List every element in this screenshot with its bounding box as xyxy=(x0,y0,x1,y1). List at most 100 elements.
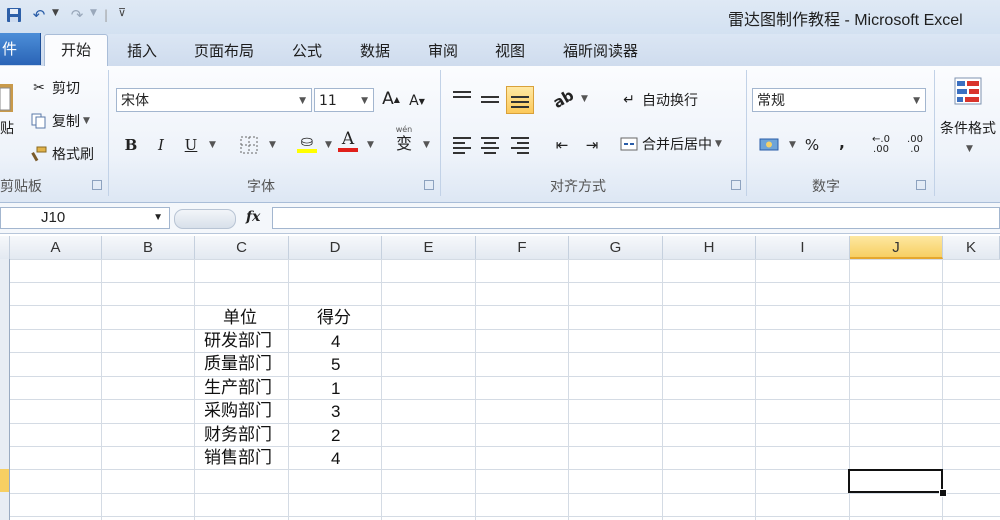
tab-data[interactable]: 数据 xyxy=(360,40,390,61)
row-header-active[interactable] xyxy=(0,469,9,492)
conditional-formatting-dropdown-icon[interactable]: ▼ xyxy=(966,144,973,154)
tab-formulas[interactable]: 公式 xyxy=(292,40,322,61)
phonetic-button[interactable]: wén 变 xyxy=(390,125,418,153)
tab-view[interactable]: 视图 xyxy=(495,40,525,61)
cell-d4[interactable]: 得分 xyxy=(317,307,351,330)
accounting-format-button[interactable] xyxy=(756,134,782,156)
worksheet-grid[interactable]: 单位 得分 研发部门 4 质量部门 5 生产部门 1 采购部门 3 财务部门 2… xyxy=(10,259,1000,520)
percent-button[interactable]: % xyxy=(800,134,824,156)
copy-button[interactable]: 复制 ▼ xyxy=(30,111,90,131)
decrease-indent-button[interactable]: ⇤ xyxy=(550,134,574,156)
column-header-g[interactable]: G xyxy=(569,236,663,259)
column-header-f[interactable]: F xyxy=(476,236,569,259)
customize-qat-icon[interactable]: ⊽ xyxy=(118,6,126,19)
align-bottom-button[interactable] xyxy=(506,86,534,114)
fill-color-button[interactable]: ⛀ xyxy=(294,132,320,154)
redo-dropdown-icon[interactable]: ▼ xyxy=(90,8,97,18)
font-size-combo[interactable]: 11 ▼ xyxy=(314,88,374,112)
tab-review[interactable]: 审阅 xyxy=(428,40,458,61)
phonetic-dropdown-icon[interactable]: ▼ xyxy=(423,140,430,150)
redo-icon[interactable]: ↷ xyxy=(68,5,86,25)
fill-color-dropdown-icon[interactable]: ▼ xyxy=(325,140,332,150)
cell-c9[interactable]: 财务部门 xyxy=(204,424,272,447)
number-launcher-icon[interactable] xyxy=(916,180,926,190)
grow-font-button[interactable]: A ▲ xyxy=(380,88,402,110)
increase-indent-button[interactable]: ⇥ xyxy=(580,134,604,156)
column-header-k[interactable]: K xyxy=(943,236,1000,259)
cell-c8[interactable]: 采购部门 xyxy=(204,400,272,423)
alignment-launcher-icon[interactable] xyxy=(731,180,741,190)
border-button[interactable] xyxy=(236,134,262,156)
format-painter-button[interactable]: 格式刷 xyxy=(30,144,94,164)
fill-handle[interactable] xyxy=(939,489,947,497)
font-color-dropdown-icon[interactable]: ▼ xyxy=(367,140,374,150)
cell-c6[interactable]: 质量部门 xyxy=(204,353,272,376)
column-header-a[interactable]: A xyxy=(10,236,102,259)
cell-c5[interactable]: 研发部门 xyxy=(204,330,272,353)
font-launcher-icon[interactable] xyxy=(424,180,434,190)
align-center-button[interactable] xyxy=(478,134,502,156)
merge-center-button[interactable]: 合并后居中 ▼ xyxy=(620,134,722,154)
italic-button[interactable]: I xyxy=(150,134,172,156)
align-left-button[interactable] xyxy=(450,134,474,156)
cell-c4[interactable]: 单位 xyxy=(223,307,257,330)
align-middle-button[interactable] xyxy=(478,88,502,110)
merge-center-dropdown-icon[interactable]: ▼ xyxy=(715,139,722,149)
font-color-button[interactable]: A xyxy=(336,130,360,152)
font-size-dropdown-icon[interactable]: ▼ xyxy=(361,89,368,113)
insert-function-icon[interactable]: fx xyxy=(246,209,260,225)
select-all-corner[interactable] xyxy=(0,236,10,259)
tab-page-layout[interactable]: 页面布局 xyxy=(194,40,254,61)
save-icon[interactable] xyxy=(4,5,24,25)
accounting-dropdown-icon[interactable]: ▼ xyxy=(789,140,796,150)
increase-decimal-button[interactable]: ←.0 .00 xyxy=(866,134,896,156)
active-cell-selection[interactable] xyxy=(848,469,943,493)
formula-input[interactable] xyxy=(272,207,1000,229)
column-header-h[interactable]: H xyxy=(663,236,756,259)
column-header-d[interactable]: D xyxy=(289,236,382,259)
comma-button[interactable]: , xyxy=(832,132,852,154)
undo-icon[interactable]: ↶ xyxy=(30,5,48,25)
cell-d10[interactable]: 4 xyxy=(331,447,340,470)
column-header-e[interactable]: E xyxy=(382,236,476,259)
name-box[interactable]: J10 ▼ xyxy=(0,207,170,229)
undo-dropdown-icon[interactable]: ▼ xyxy=(52,8,59,18)
number-format-combo[interactable]: 常规 ▼ xyxy=(752,88,926,112)
copy-dropdown-icon[interactable]: ▼ xyxy=(83,116,90,126)
tab-insert[interactable]: 插入 xyxy=(127,40,157,61)
name-box-dropdown-icon[interactable]: ▼ xyxy=(153,208,163,228)
formula-bar-splitter[interactable] xyxy=(174,209,236,229)
cell-c7[interactable]: 生产部门 xyxy=(204,377,272,400)
paste-button[interactable]: 贴 xyxy=(0,80,14,138)
underline-dropdown-icon[interactable]: ▼ xyxy=(209,140,216,150)
cell-c10[interactable]: 销售部门 xyxy=(204,447,272,470)
tab-home[interactable]: 开始 xyxy=(44,34,108,68)
align-right-button[interactable] xyxy=(508,134,532,156)
cell-d5[interactable]: 4 xyxy=(331,330,340,353)
font-name-dropdown-icon[interactable]: ▼ xyxy=(299,89,306,113)
bold-button[interactable]: B xyxy=(120,134,142,156)
cell-d7[interactable]: 1 xyxy=(331,377,340,400)
column-header-b[interactable]: B xyxy=(102,236,195,259)
shrink-font-button[interactable]: A ▼ xyxy=(406,90,428,112)
tab-foxit-reader[interactable]: 福昕阅读器 xyxy=(563,40,638,61)
cut-button[interactable]: ✂ 剪切 xyxy=(30,78,80,98)
cell-d6[interactable]: 5 xyxy=(331,353,340,376)
column-header-c[interactable]: C xyxy=(195,236,289,259)
border-dropdown-icon[interactable]: ▼ xyxy=(269,140,276,150)
orientation-dropdown-icon[interactable]: ▼ xyxy=(581,94,588,104)
wrap-text-button[interactable]: ↵ 自动换行 xyxy=(620,90,698,110)
underline-button[interactable]: U xyxy=(180,134,202,156)
orientation-button[interactable]: ab xyxy=(549,86,576,112)
column-header-j[interactable]: J xyxy=(850,236,943,259)
font-name-combo[interactable]: 宋体 ▼ xyxy=(116,88,312,112)
cell-d9[interactable]: 2 xyxy=(331,424,340,447)
column-header-i[interactable]: I xyxy=(756,236,850,259)
align-top-button[interactable] xyxy=(450,88,474,110)
conditional-formatting-button[interactable]: 条件格式 ▼ xyxy=(940,76,996,154)
decrease-decimal-button[interactable]: .00 .0 xyxy=(900,134,930,156)
cell-d8[interactable]: 3 xyxy=(331,400,340,423)
tab-file[interactable]: 件 xyxy=(0,33,41,65)
number-format-dropdown-icon[interactable]: ▼ xyxy=(913,89,920,113)
clipboard-launcher-icon[interactable] xyxy=(92,180,102,190)
